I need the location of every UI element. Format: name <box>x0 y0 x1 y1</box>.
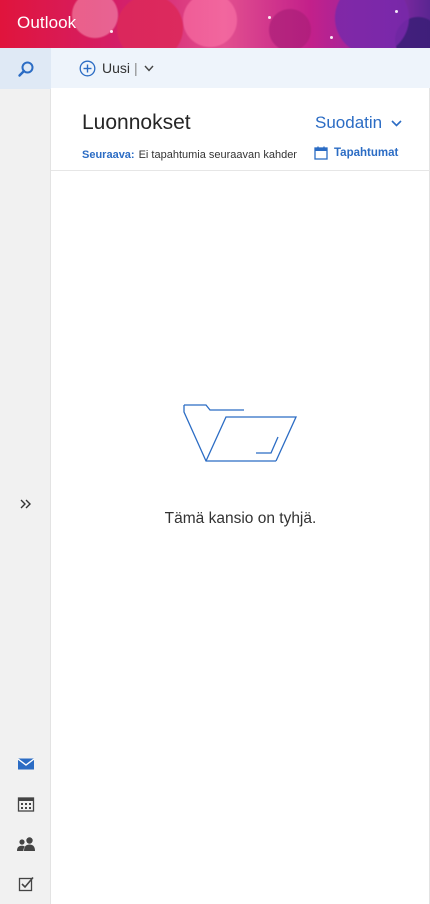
next-label: Seuraava: <box>82 149 135 161</box>
header-decoration <box>330 36 333 39</box>
plus-circle-icon <box>79 60 96 76</box>
left-rail <box>0 48 51 904</box>
mail-icon <box>17 758 34 770</box>
filter-label: Suodatin <box>315 113 383 132</box>
mail-button[interactable] <box>0 744 51 784</box>
calendar-icon <box>17 797 34 812</box>
header-decoration <box>268 16 271 19</box>
people-button[interactable] <box>0 824 51 864</box>
header-decoration <box>395 10 398 13</box>
calendar-button[interactable] <box>0 784 51 824</box>
empty-folder-message: Tämä kansio on tyhjä. <box>164 510 317 527</box>
header-divider <box>51 170 430 171</box>
new-message-label: Uusi <box>102 60 131 76</box>
tasks-button[interactable] <box>0 864 51 904</box>
chevron-down-icon[interactable] <box>144 65 154 72</box>
search-button[interactable] <box>0 48 51 89</box>
next-text: Ei tapahtumia seuraavan kahden päivän ai… <box>138 149 297 161</box>
folder-title: Luonnokset <box>82 111 191 134</box>
app-header: Outlook <box>0 0 430 48</box>
empty-folder-icon <box>183 404 298 462</box>
events-label: Tapahtumat <box>334 147 399 159</box>
filter-button[interactable]: Suodatin <box>315 113 402 133</box>
people-icon <box>16 837 35 851</box>
expand-pane-button[interactable] <box>0 491 51 517</box>
calendar-icon <box>314 146 328 160</box>
separator: | <box>134 60 138 76</box>
chevron-down-icon <box>391 119 402 127</box>
header-decoration <box>110 30 113 33</box>
events-button[interactable]: Tapahtumat <box>314 146 398 160</box>
tasks-icon <box>18 876 34 892</box>
command-bar: Uusi | <box>51 48 430 88</box>
double-chevron-right-icon <box>20 499 31 509</box>
message-list-pane: Luonnokset Suodatin Seuraava: Ei tapahtum… <box>51 88 430 904</box>
app-title[interactable]: Outlook <box>17 13 76 33</box>
upcoming-events-line: Seuraava: Ei tapahtumia seuraavan kahden … <box>82 149 297 165</box>
new-message-button[interactable]: Uusi | <box>79 58 154 78</box>
search-icon <box>17 61 33 77</box>
